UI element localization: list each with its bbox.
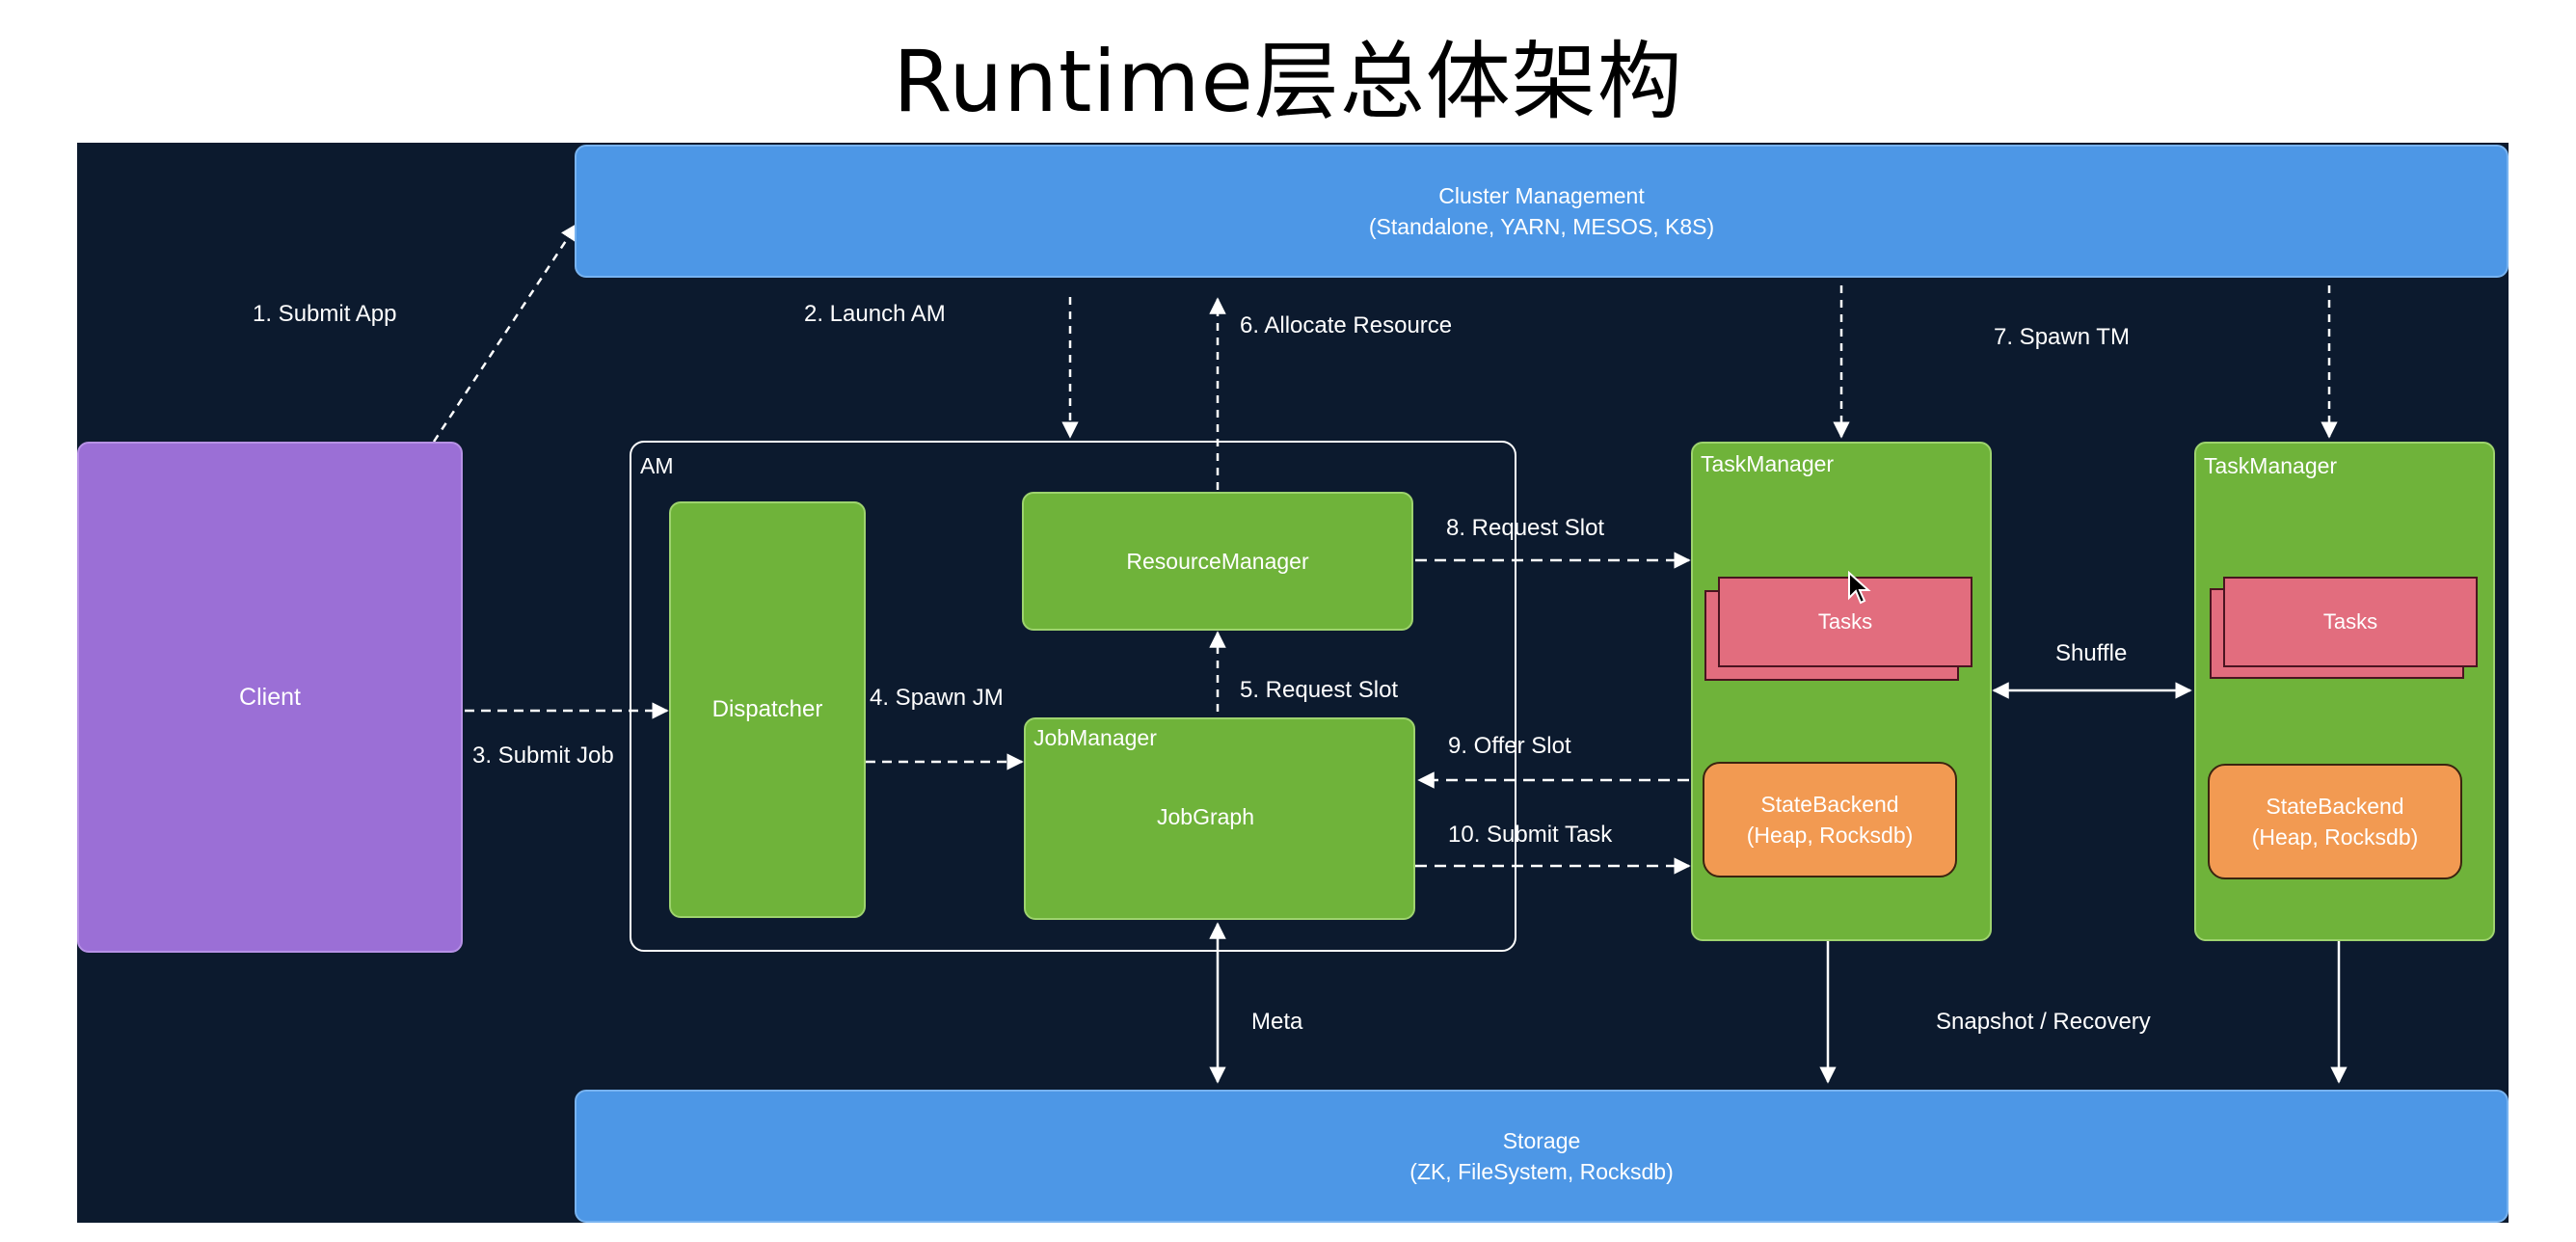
- jobgraph-label: JobGraph: [1157, 804, 1255, 829]
- label-request-slot-5: 5. Request Slot: [1240, 677, 1399, 703]
- client-label: Client: [239, 683, 301, 711]
- label-submit-task: 10. Submit Task: [1448, 822, 1613, 848]
- state-backend-2-title: StateBackend: [2266, 794, 2404, 819]
- resource-manager-box: ResourceManager: [1022, 492, 1413, 631]
- tasks-1-box: Tasks: [1718, 577, 1972, 667]
- page-title: Runtime层总体架构: [893, 32, 1683, 131]
- client-box: Client: [77, 442, 463, 953]
- job-manager-label: JobManager: [1033, 725, 1157, 750]
- storage-subtitle: (ZK, FileSystem, Rocksdb): [1409, 1159, 1674, 1184]
- label-snapshot-recovery: Snapshot / Recovery: [1936, 1009, 2151, 1035]
- dispatcher-box: Dispatcher: [669, 501, 866, 918]
- storage-box: Storage (ZK, FileSystem, Rocksdb): [575, 1090, 2509, 1223]
- tasks-2-box: Tasks: [2223, 577, 2478, 667]
- state-backend-1-box: StateBackend (Heap, Rocksdb): [1703, 762, 1957, 878]
- state-backend-1-subtitle: (Heap, Rocksdb): [1746, 823, 1914, 848]
- cluster-management-title: Cluster Management: [1438, 183, 1645, 208]
- architecture-diagram: Cluster Management (Standalone, YARN, ME…: [77, 143, 2509, 1223]
- cluster-management-box: Cluster Management (Standalone, YARN, ME…: [575, 145, 2509, 278]
- label-spawn-jm: 4. Spawn JM: [870, 685, 1004, 711]
- label-shuffle: Shuffle: [2055, 640, 2128, 666]
- label-request-slot-8: 8. Request Slot: [1446, 515, 1605, 541]
- arrow-submit-app: [432, 223, 578, 443]
- mouse-cursor-icon: [1848, 571, 1871, 605]
- label-allocate-resource: 6. Allocate Resource: [1240, 312, 1453, 338]
- task-manager-1-label: TaskManager: [1701, 451, 1835, 476]
- state-backend-2-subtitle: (Heap, Rocksdb): [2251, 824, 2419, 850]
- label-launch-am: 2. Launch AM: [804, 301, 946, 327]
- label-submit-job: 3. Submit Job: [472, 742, 614, 769]
- state-backend-1-title: StateBackend: [1760, 792, 1899, 817]
- storage-title: Storage: [1502, 1128, 1581, 1153]
- dispatcher-label: Dispatcher: [711, 696, 823, 722]
- label-offer-slot: 9. Offer Slot: [1448, 733, 1571, 759]
- label-spawn-tm: 7. Spawn TM: [1994, 324, 2130, 350]
- tasks-1-label: Tasks: [1817, 609, 1873, 634]
- resource-manager-label: ResourceManager: [1126, 548, 1309, 574]
- state-backend-2-box: StateBackend (Heap, Rocksdb): [2208, 764, 2462, 879]
- task-manager-2-label: TaskManager: [2204, 453, 2338, 478]
- tasks-2-label: Tasks: [2322, 609, 2378, 634]
- label-submit-app: 1. Submit App: [253, 301, 397, 327]
- cluster-management-subtitle: (Standalone, YARN, MESOS, K8S): [1368, 214, 1715, 239]
- am-label: AM: [640, 453, 674, 478]
- label-meta: Meta: [1251, 1009, 1303, 1035]
